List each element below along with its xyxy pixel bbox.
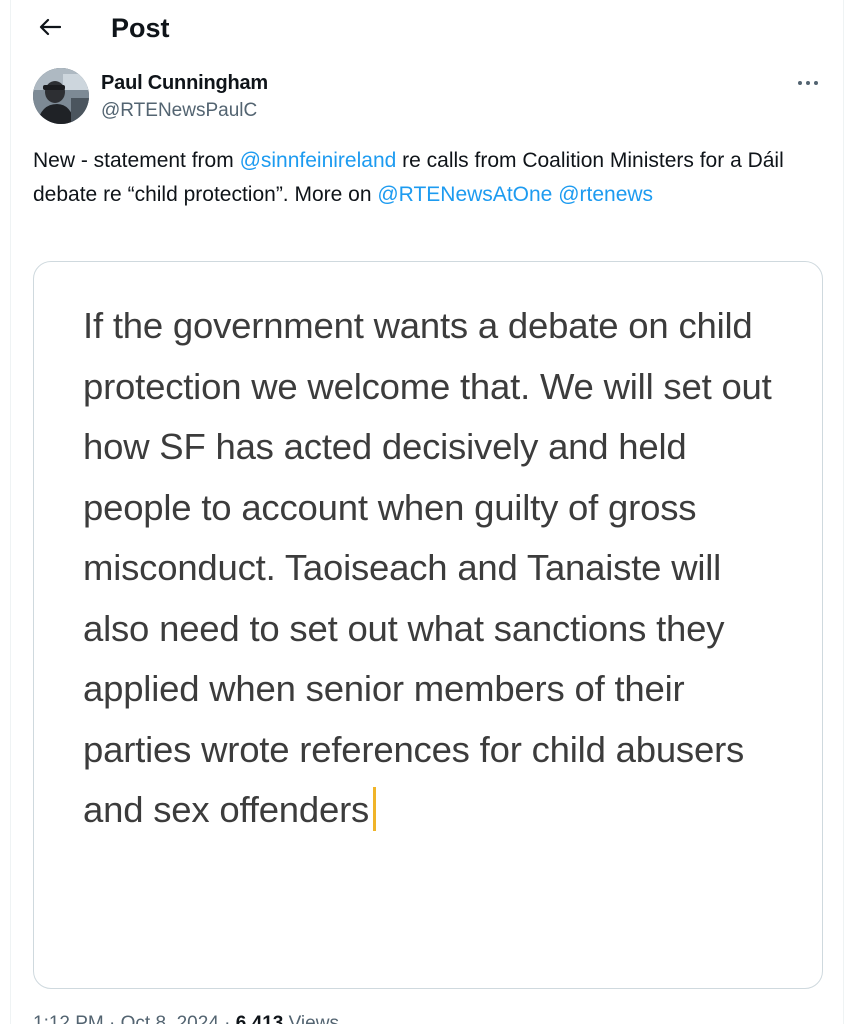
card-statement-text: If the government wants a debate on chil… [83, 296, 783, 841]
views-count: 6,413 [235, 1013, 284, 1024]
arrow-left-icon [39, 18, 61, 36]
mention-link-rtenews[interactable]: @rtenews [558, 183, 653, 206]
author-display-name[interactable]: Paul Cunningham [101, 71, 268, 95]
author-row: Paul Cunningham @RTENewsPaulC [11, 66, 843, 130]
more-horizontal-icon [798, 81, 818, 85]
text-cursor [373, 787, 377, 831]
mention-link-rtenewsatone[interactable]: @RTENewsAtOne [377, 183, 552, 206]
post-view: Post Paul Cunningham @RTENewsPaulC New - [10, 0, 844, 1024]
meta-separator: · [103, 1013, 121, 1024]
author-handle[interactable]: @RTENewsPaulC [101, 99, 257, 123]
avatar[interactable] [33, 68, 89, 124]
tweet-text: New - statement from @sinnfeinireland re… [33, 144, 833, 212]
views-label: Views [283, 1013, 339, 1024]
mention-link-sinnfeinireland[interactable]: @sinnfeinireland [240, 149, 397, 172]
card-statement-body: If the government wants a debate on chil… [83, 305, 772, 830]
page-title: Post [111, 13, 170, 43]
post-time[interactable]: 1:12 PM [33, 1013, 104, 1024]
back-button[interactable] [33, 10, 67, 44]
page-header: Post [11, 0, 843, 56]
post-metadata: 1:12 PM · Oct 8, 2024 · 6,413 Views [33, 1012, 339, 1024]
meta-separator: · [218, 1013, 236, 1024]
post-date[interactable]: Oct 8, 2024 [121, 1013, 219, 1024]
more-options-button[interactable] [791, 70, 825, 96]
tweet-text-part: New - statement from [33, 149, 240, 172]
avatar-image-icon [33, 68, 89, 124]
attached-image-card[interactable]: If the government wants a debate on chil… [33, 261, 823, 989]
